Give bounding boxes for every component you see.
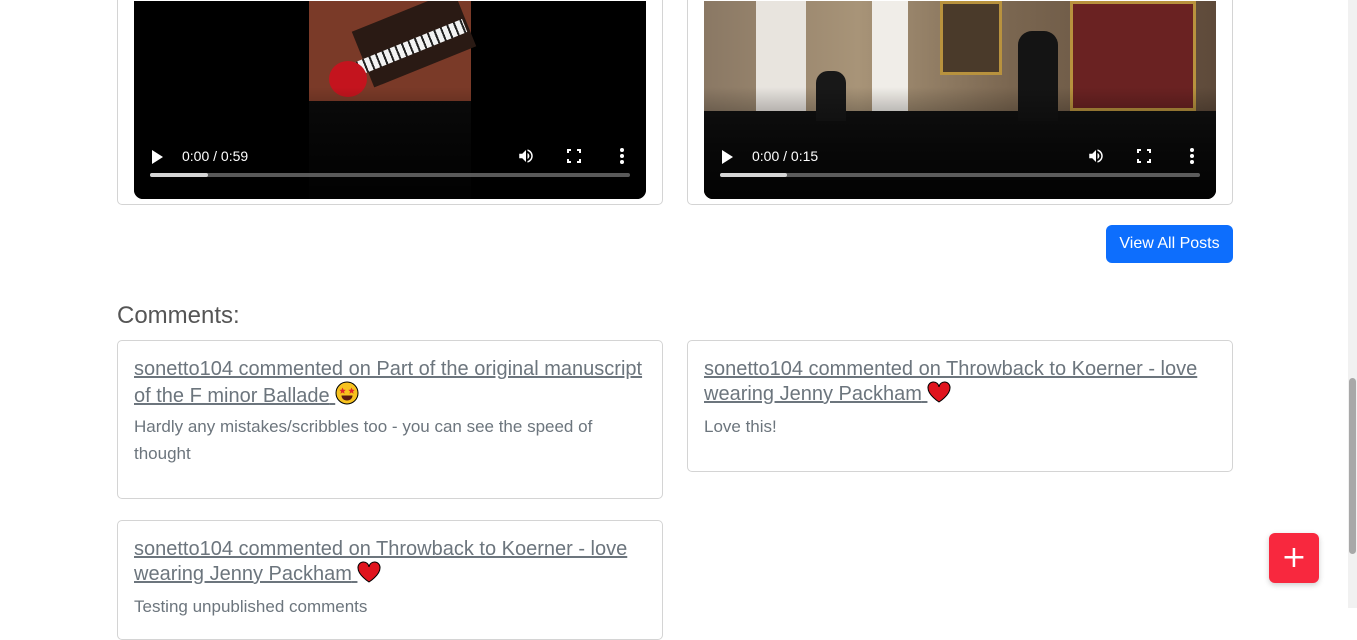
comments-heading: Comments: bbox=[117, 302, 240, 329]
fullscreen-icon[interactable] bbox=[1137, 149, 1151, 163]
comment-card: sonetto104 commented on Throwback to Koe… bbox=[687, 340, 1233, 472]
comment-body: Love this! bbox=[704, 417, 777, 436]
video-player[interactable]: 0:00 / 0:15 bbox=[704, 1, 1216, 199]
heart-emoji-icon bbox=[927, 381, 951, 403]
more-options-icon[interactable] bbox=[1190, 148, 1194, 166]
video-progress-track[interactable] bbox=[720, 173, 1200, 177]
video-time: 0:00 / 0:59 bbox=[182, 148, 249, 164]
comment-post-link[interactable]: sonetto104 commented on Part of the orig… bbox=[134, 357, 646, 408]
video-progress-track[interactable] bbox=[150, 173, 630, 177]
comment-card: sonetto104 commented on Part of the orig… bbox=[117, 340, 663, 499]
view-all-posts-button[interactable]: View All Posts bbox=[1106, 225, 1233, 263]
volume-icon[interactable] bbox=[1087, 147, 1105, 165]
comment-post-link[interactable]: sonetto104 commented on Throwback to Koe… bbox=[704, 357, 1216, 406]
play-icon[interactable] bbox=[152, 150, 163, 164]
volume-icon[interactable] bbox=[517, 147, 535, 165]
video-post-card: 0:00 / 0:59 bbox=[117, 0, 663, 205]
video-time: 0:00 / 0:15 bbox=[752, 148, 819, 164]
comment-card: sonetto104 commented on Throwback to Koe… bbox=[117, 520, 663, 640]
fullscreen-icon[interactable] bbox=[567, 149, 581, 163]
play-icon[interactable] bbox=[722, 150, 733, 164]
star-struck-emoji-icon bbox=[335, 381, 359, 405]
comment-body: Hardly any mistakes/scribbles too - you … bbox=[134, 417, 593, 463]
video-post-card: 0:00 / 0:15 bbox=[687, 0, 1233, 205]
comment-post-link[interactable]: sonetto104 commented on Throwback to Koe… bbox=[134, 537, 646, 586]
more-options-icon[interactable] bbox=[620, 148, 624, 166]
scrollbar[interactable] bbox=[1348, 0, 1357, 608]
heart-emoji-icon bbox=[357, 561, 381, 583]
add-post-button[interactable]: + bbox=[1269, 533, 1319, 583]
scrollbar-thumb[interactable] bbox=[1349, 378, 1356, 554]
video-player[interactable]: 0:00 / 0:59 bbox=[134, 1, 646, 199]
comment-title: sonetto104 commented on Part of the orig… bbox=[134, 358, 643, 407]
video-buffer-bar bbox=[150, 173, 208, 177]
video-controls: 0:00 / 0:15 bbox=[704, 87, 1216, 199]
video-controls: 0:00 / 0:59 bbox=[134, 87, 646, 199]
comment-body: Testing unpublished comments bbox=[134, 597, 368, 616]
video-buffer-bar bbox=[720, 173, 788, 177]
